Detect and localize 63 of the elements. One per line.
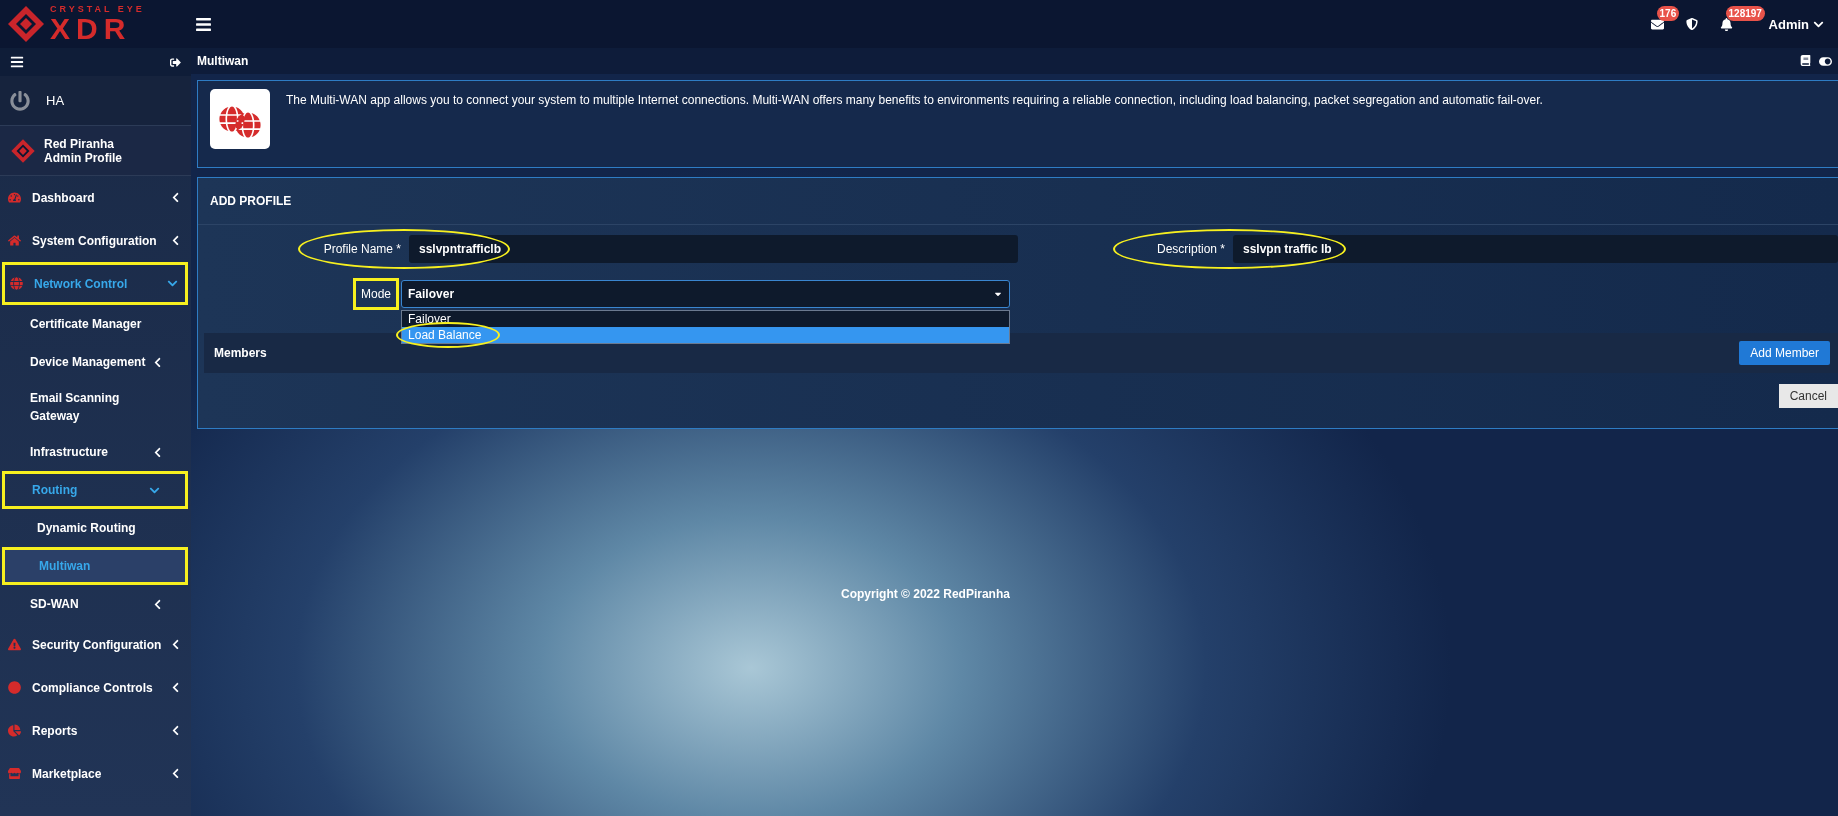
shield-icon[interactable] [1685, 18, 1698, 30]
notification-badge: 176 [1656, 5, 1680, 21]
sidebar-item[interactable]: Email Scanning Gateway [0, 381, 191, 433]
chevron-left-icon [152, 356, 163, 368]
store-icon [8, 767, 21, 780]
field-label: Description * [1155, 242, 1226, 256]
power-icon[interactable] [10, 90, 30, 111]
members-label: Members [214, 346, 267, 360]
mail-icon[interactable] [1650, 17, 1664, 31]
input-field[interactable]: sslvpn traffic lb [1233, 235, 1838, 263]
user-menu[interactable]: Admin [1768, 16, 1824, 32]
ha-label: HA [46, 93, 65, 108]
chevron-left-icon [170, 725, 181, 736]
sidebar-item[interactable]: Routing [2, 471, 188, 509]
input-field[interactable]: sslvpntrafficlb [409, 235, 1018, 263]
globe-icon [10, 277, 23, 290]
logo: CRYSTAL EYE XDR [0, 0, 191, 48]
chevron-left-icon [170, 768, 181, 779]
sidebar-item[interactable]: Device Management [0, 343, 191, 381]
sidebar-item[interactable]: Certificate Manager [0, 305, 191, 343]
sidebar-item[interactable]: SD-WAN [0, 585, 191, 623]
book-icon[interactable] [1800, 54, 1811, 66]
chevron-left-icon [170, 639, 181, 650]
sidebar-item[interactable]: Dashboard [0, 176, 191, 219]
copyright: Copyright © 2022 RedPiranha [841, 587, 1010, 603]
breadcrumb: Multiwan [197, 54, 249, 68]
mode-label: Mode [353, 278, 400, 310]
logo-mark-icon [10, 137, 36, 164]
sidebar-item[interactable]: Security Configuration [0, 623, 191, 666]
sidebar-item[interactable]: System Configuration [0, 219, 191, 262]
profile-name: Red Piranha Admin Profile [44, 136, 122, 165]
sidebar-item[interactable]: Multiwan [2, 547, 188, 585]
sidebar-item[interactable]: Reports [0, 709, 191, 752]
menu-icon[interactable] [10, 55, 24, 69]
add-member-button[interactable]: Add Member [1739, 341, 1830, 365]
sidebar-item[interactable]: Compliance Controls [0, 666, 191, 709]
sidebar-item[interactable]: Marketplace [0, 752, 191, 795]
sidebar-item[interactable]: Infrastructure [0, 433, 191, 471]
field-label: Profile Name * [322, 242, 402, 256]
dropdown-option[interactable]: Failover [402, 311, 1010, 327]
sidebar-item[interactable]: Dynamic Routing [0, 509, 191, 547]
chevron-left-icon [170, 192, 181, 203]
cancel-button[interactable]: Cancel [1778, 384, 1838, 408]
chevron-left-icon [170, 682, 181, 693]
panel-title: ADD PROFILE [198, 178, 1838, 225]
menu-icon[interactable] [195, 15, 212, 33]
sidebar-item[interactable]: Network Control [2, 262, 188, 305]
chevron-down-icon [167, 278, 178, 289]
triangle-icon [8, 638, 21, 651]
chevron-left-icon [152, 598, 163, 610]
logo-mark-icon [6, 4, 46, 44]
chevron-left-icon [170, 235, 181, 246]
sign-out-icon[interactable] [170, 56, 181, 68]
mode-select[interactable]: Failover [401, 280, 1011, 308]
globe-icon [210, 89, 270, 149]
app-description: The Multi-WAN app allows you to connect your system to multiple Internet connections. Multi-WAN offers many benefits to environments requiring a reliable connection, including load balancing, packet segregation and automatic fail-over. [286, 92, 1543, 109]
toggle-icon[interactable] [1819, 54, 1832, 68]
home-icon [8, 234, 21, 247]
bell-icon[interactable] [1719, 17, 1733, 31]
notification-badge: 128197 [1725, 5, 1765, 21]
gauge-icon [8, 191, 21, 204]
pie-chart-icon [8, 724, 21, 737]
chevron-left-icon [152, 446, 163, 458]
